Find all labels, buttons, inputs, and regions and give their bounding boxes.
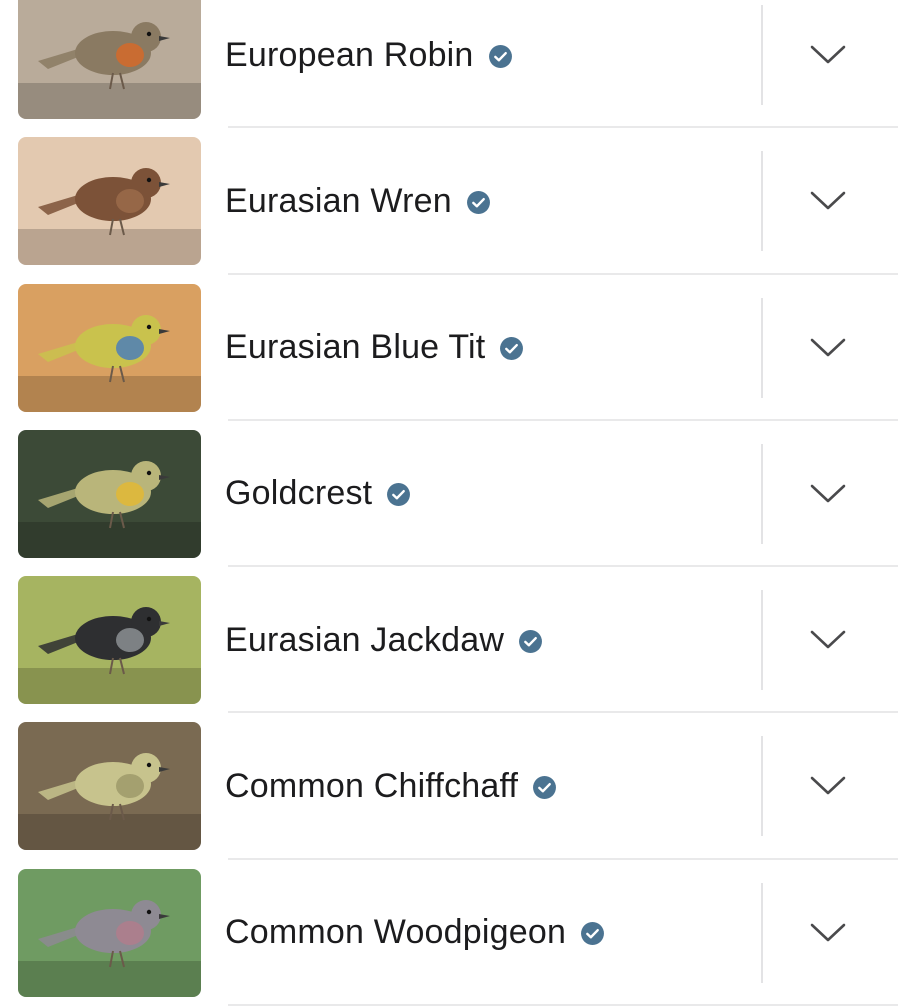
row-divider xyxy=(761,882,763,983)
expand-button[interactable] xyxy=(800,323,856,373)
species-name: Common Woodpigeon xyxy=(225,913,567,952)
species-name: Eurasian Jackdaw xyxy=(225,620,505,659)
chevron-down-icon xyxy=(810,45,846,64)
species-photo[interactable] xyxy=(18,722,201,851)
species-name: Common Chiffchaff xyxy=(225,766,519,805)
species-row[interactable]: Eurasian Jackdaw xyxy=(0,567,898,714)
species-name-group: Common Woodpigeon xyxy=(225,860,605,1006)
row-divider xyxy=(761,736,763,837)
verified-check-icon xyxy=(488,44,512,68)
verified-check-icon xyxy=(387,483,411,507)
chevron-down-icon xyxy=(810,630,846,649)
species-photo[interactable] xyxy=(18,868,201,997)
species-row[interactable]: Eurasian Wren xyxy=(0,128,898,275)
species-row[interactable]: Common Woodpigeon xyxy=(0,860,898,1006)
species-photo[interactable] xyxy=(18,0,201,119)
row-divider xyxy=(761,297,763,398)
species-list: European Robin Eurasian Wren Eurasian Bl… xyxy=(0,0,898,1006)
chevron-down-icon xyxy=(810,191,846,210)
verified-check-icon xyxy=(519,629,543,653)
species-row[interactable]: European Robin xyxy=(0,0,898,129)
species-name-group: Eurasian Blue Tit xyxy=(225,275,524,421)
chevron-down-icon xyxy=(810,923,846,942)
verified-check-icon xyxy=(500,337,524,361)
species-row[interactable]: Common Chiffchaff xyxy=(0,713,898,861)
species-row[interactable]: Eurasian Blue Tit xyxy=(0,275,898,422)
row-divider xyxy=(761,590,763,691)
species-photo[interactable] xyxy=(18,283,201,412)
species-name: European Robin xyxy=(225,35,474,74)
row-divider xyxy=(761,151,763,252)
expand-button[interactable] xyxy=(800,176,856,226)
species-name: Goldcrest xyxy=(225,474,373,513)
row-divider xyxy=(761,5,763,105)
species-photo[interactable] xyxy=(18,137,201,266)
species-name: Eurasian Blue Tit xyxy=(225,328,486,367)
species-name-group: European Robin xyxy=(225,0,513,128)
expand-button[interactable] xyxy=(800,761,856,811)
species-name: Eurasian Wren xyxy=(225,181,452,220)
expand-button[interactable] xyxy=(800,469,856,519)
expand-button[interactable] xyxy=(800,908,856,958)
chevron-down-icon xyxy=(810,777,846,795)
verified-check-icon xyxy=(533,776,557,799)
species-name-group: Common Chiffchaff xyxy=(225,713,557,859)
chevron-down-icon xyxy=(810,338,846,356)
species-name-group: Eurasian Wren xyxy=(225,128,491,274)
verified-check-icon xyxy=(466,190,490,214)
species-name-group: Eurasian Jackdaw xyxy=(225,567,543,713)
species-row[interactable]: Goldcrest xyxy=(0,421,898,568)
row-divider xyxy=(761,443,763,544)
species-name-group: Goldcrest xyxy=(225,421,411,567)
species-photo[interactable] xyxy=(18,576,201,705)
expand-button[interactable] xyxy=(800,30,856,80)
chevron-down-icon xyxy=(810,484,846,503)
verified-check-icon xyxy=(581,922,605,946)
expand-button[interactable] xyxy=(800,615,856,665)
species-photo[interactable] xyxy=(18,429,201,558)
